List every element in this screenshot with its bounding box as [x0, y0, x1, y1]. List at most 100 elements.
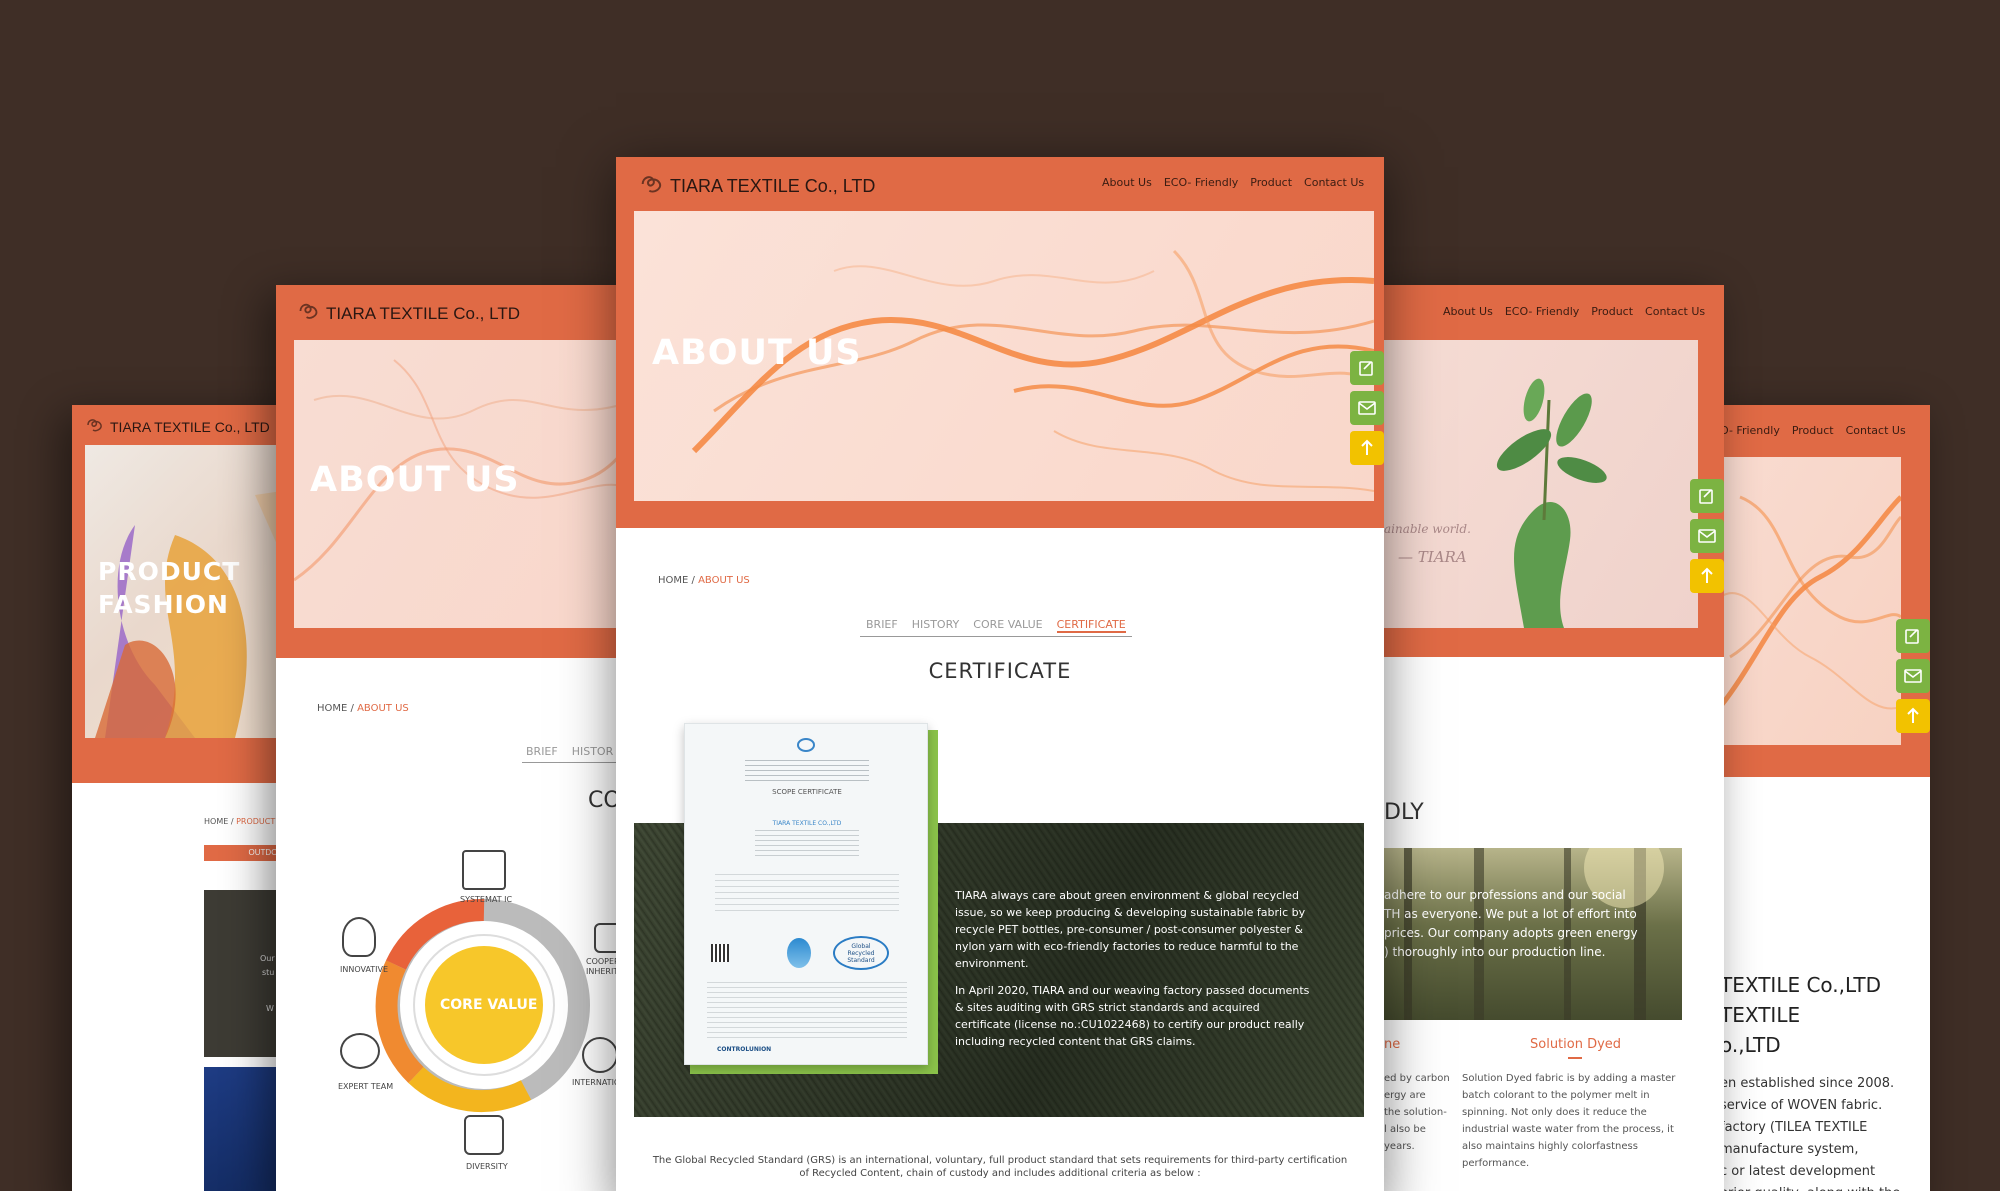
intro-line: factory (TILEA TEXTILE [1720, 1120, 1868, 1135]
globe-icon [582, 1037, 618, 1073]
tab-history[interactable]: HISTOR [572, 745, 614, 758]
caption-line: adhere to our professions and our social [1384, 888, 1626, 902]
inquiry-float-button[interactable] [1350, 351, 1384, 385]
intro-line: service of WOVEN fabric. [1720, 1098, 1883, 1113]
intro-line: en established since 2008. [1720, 1076, 1895, 1091]
hero-title: ABOUT US [310, 460, 520, 500]
intro-line: manufacture system, [1720, 1142, 1859, 1157]
icon-label-international: INTERNATIO [572, 1078, 621, 1087]
nav-contact[interactable]: Contact Us [1304, 176, 1364, 189]
section-title: DLY [1384, 800, 1424, 825]
grs-intro: The Global Recycled Standard (GRS) is an… [646, 1154, 1354, 1180]
eco-friendly-screenshot: About Us ECO- Friendly Product Contact U… [1384, 285, 1724, 1191]
nav-product[interactable]: Product [1792, 424, 1834, 437]
arrow-up-icon [1361, 439, 1373, 455]
feature-line: ergy are [1384, 1090, 1426, 1101]
card-text-1: Our [260, 954, 275, 963]
back-to-top-button[interactable] [1690, 559, 1724, 593]
brand-name: TIARA TEXTILE Co., LTD [670, 176, 876, 196]
back-to-top-button[interactable] [1896, 699, 1930, 733]
card-text-2: stu [262, 968, 275, 977]
feature-line: industrial waste water from the process,… [1462, 1124, 1674, 1135]
grs-intro-line: of Recycled Content, chain of custody an… [799, 1168, 1201, 1179]
section-tabs: BRIEF HISTOR [522, 745, 618, 763]
company-page-screenshot: O- Friendly Product Contact Us TEXTILE C… [1720, 405, 1930, 1191]
certificate-document[interactable]: SCOPE CERTIFICATE TIARA TEXTILE CO.,LTD … [684, 723, 928, 1065]
caption-line: TH as everyone. We put a lot of effort i… [1384, 907, 1637, 921]
textile-exchange-icon [787, 938, 811, 968]
arrow-up-icon [1907, 707, 1919, 723]
tab-history[interactable]: HISTORY [912, 618, 960, 632]
certificate-fine-print [715, 874, 899, 914]
back-to-top-button[interactable] [1350, 431, 1384, 465]
feature-2-text: Solution Dyed fabric is by adding a mast… [1462, 1070, 1675, 1172]
hero-tagline: ainable world. [1384, 522, 1471, 536]
grs-badge-label: Global Recycled Standard [847, 942, 875, 964]
mail-float-button[interactable] [1350, 391, 1384, 425]
company-heading-3: o.,LTD [1720, 1033, 1781, 1057]
top-nav: O- Friendly Product Contact Us [1720, 424, 1906, 437]
grs-intro-line: The Global Recycled Standard (GRS) is an… [652, 1155, 1348, 1166]
hero-title-line2: FASHION [98, 590, 229, 619]
certificate-body-lines [755, 830, 859, 860]
nav-eco[interactable]: ECO- Friendly [1505, 305, 1579, 318]
inquiry-float-button[interactable] [1896, 619, 1930, 653]
feature-line: batch colorant to the polymer melt in [1462, 1090, 1650, 1101]
breadcrumb-home[interactable]: HOME / [658, 575, 695, 586]
feature-line: spinning. Not only does it reduce the [1462, 1107, 1647, 1118]
diversity-icon [464, 1115, 504, 1155]
feature-line: years. [1384, 1141, 1415, 1152]
certificate-footer-lines [707, 982, 907, 1042]
brand-name: TIARA TEXTILE Co., LTD [326, 303, 520, 323]
form-edit-icon [1905, 629, 1919, 644]
feature-line: ed by carbon [1384, 1073, 1450, 1084]
nav-contact[interactable]: Contact Us [1846, 424, 1906, 437]
breadcrumb-current: ABOUT US [698, 575, 750, 586]
tab-brief[interactable]: BRIEF [866, 618, 898, 632]
controlunion-logo: CONTROLUNION [717, 1046, 772, 1053]
lightbulb-icon [342, 917, 376, 957]
tab-core-value[interactable]: CORE VALUE [973, 618, 1042, 632]
form-edit-icon [1699, 489, 1713, 504]
hero-title: ABOUT US [652, 333, 862, 373]
top-nav: About Us ECO- Friendly Product Contact U… [1443, 305, 1705, 318]
breadcrumb-home[interactable]: HOME / [317, 703, 354, 714]
intro-line: c or latest development [1720, 1164, 1876, 1179]
certificate-para-2: In April 2020, TIARA and our weaving fac… [955, 984, 1310, 1048]
tab-certificate[interactable]: CERTIFICATE [1056, 618, 1126, 633]
feature-line: Solution Dyed fabric is by adding a mast… [1462, 1073, 1676, 1084]
caption-line: ) thoroughly into our production line. [1384, 945, 1606, 959]
expert-team-icon [340, 1033, 380, 1069]
certificate-heading: SCOPE CERTIFICATE [772, 788, 842, 796]
mail-float-button[interactable] [1690, 519, 1724, 553]
nav-about[interactable]: About Us [1443, 305, 1493, 318]
feature-line: l also be [1384, 1124, 1426, 1135]
nav-contact[interactable]: Contact Us [1645, 305, 1705, 318]
nav-eco[interactable]: O- Friendly [1720, 424, 1780, 437]
certificate-top-logo [797, 738, 815, 752]
brand-logo[interactable]: TIARA TEXTILE Co., LTD [86, 417, 270, 436]
feature-2-title: Solution Dyed [1530, 1037, 1622, 1052]
hero-banner: ABOUT US [294, 340, 636, 628]
hero-signature: — TIARA [1398, 548, 1467, 566]
qr-code-icon [711, 944, 729, 962]
section-title: CERTIFICATE [928, 659, 1072, 683]
brand-logo[interactable]: TIARA TEXTILE Co., LTD [298, 301, 520, 326]
mail-icon [1904, 669, 1922, 683]
company-intro: en established since 2008. service of WO… [1720, 1073, 1900, 1191]
forest-photo: adhere to our professions and our social… [1384, 848, 1682, 1020]
card-text-3: W [266, 1004, 274, 1013]
mail-icon [1358, 401, 1376, 415]
form-edit-icon [1359, 361, 1373, 376]
swirl-logo-icon [86, 417, 104, 436]
nav-about[interactable]: About Us [1102, 176, 1152, 189]
nav-eco[interactable]: ECO- Friendly [1164, 176, 1238, 189]
nav-product[interactable]: Product [1250, 176, 1292, 189]
nav-product[interactable]: Product [1591, 305, 1633, 318]
mail-float-button[interactable] [1896, 659, 1930, 693]
brand-logo[interactable]: TIARA TEXTILE Co., LTD [640, 173, 875, 200]
breadcrumb-home[interactable]: HOME / [204, 817, 234, 826]
inquiry-float-button[interactable] [1690, 479, 1724, 513]
tab-brief[interactable]: BRIEF [526, 745, 558, 758]
hero-banner: ainable world. — TIARA [1384, 340, 1698, 628]
